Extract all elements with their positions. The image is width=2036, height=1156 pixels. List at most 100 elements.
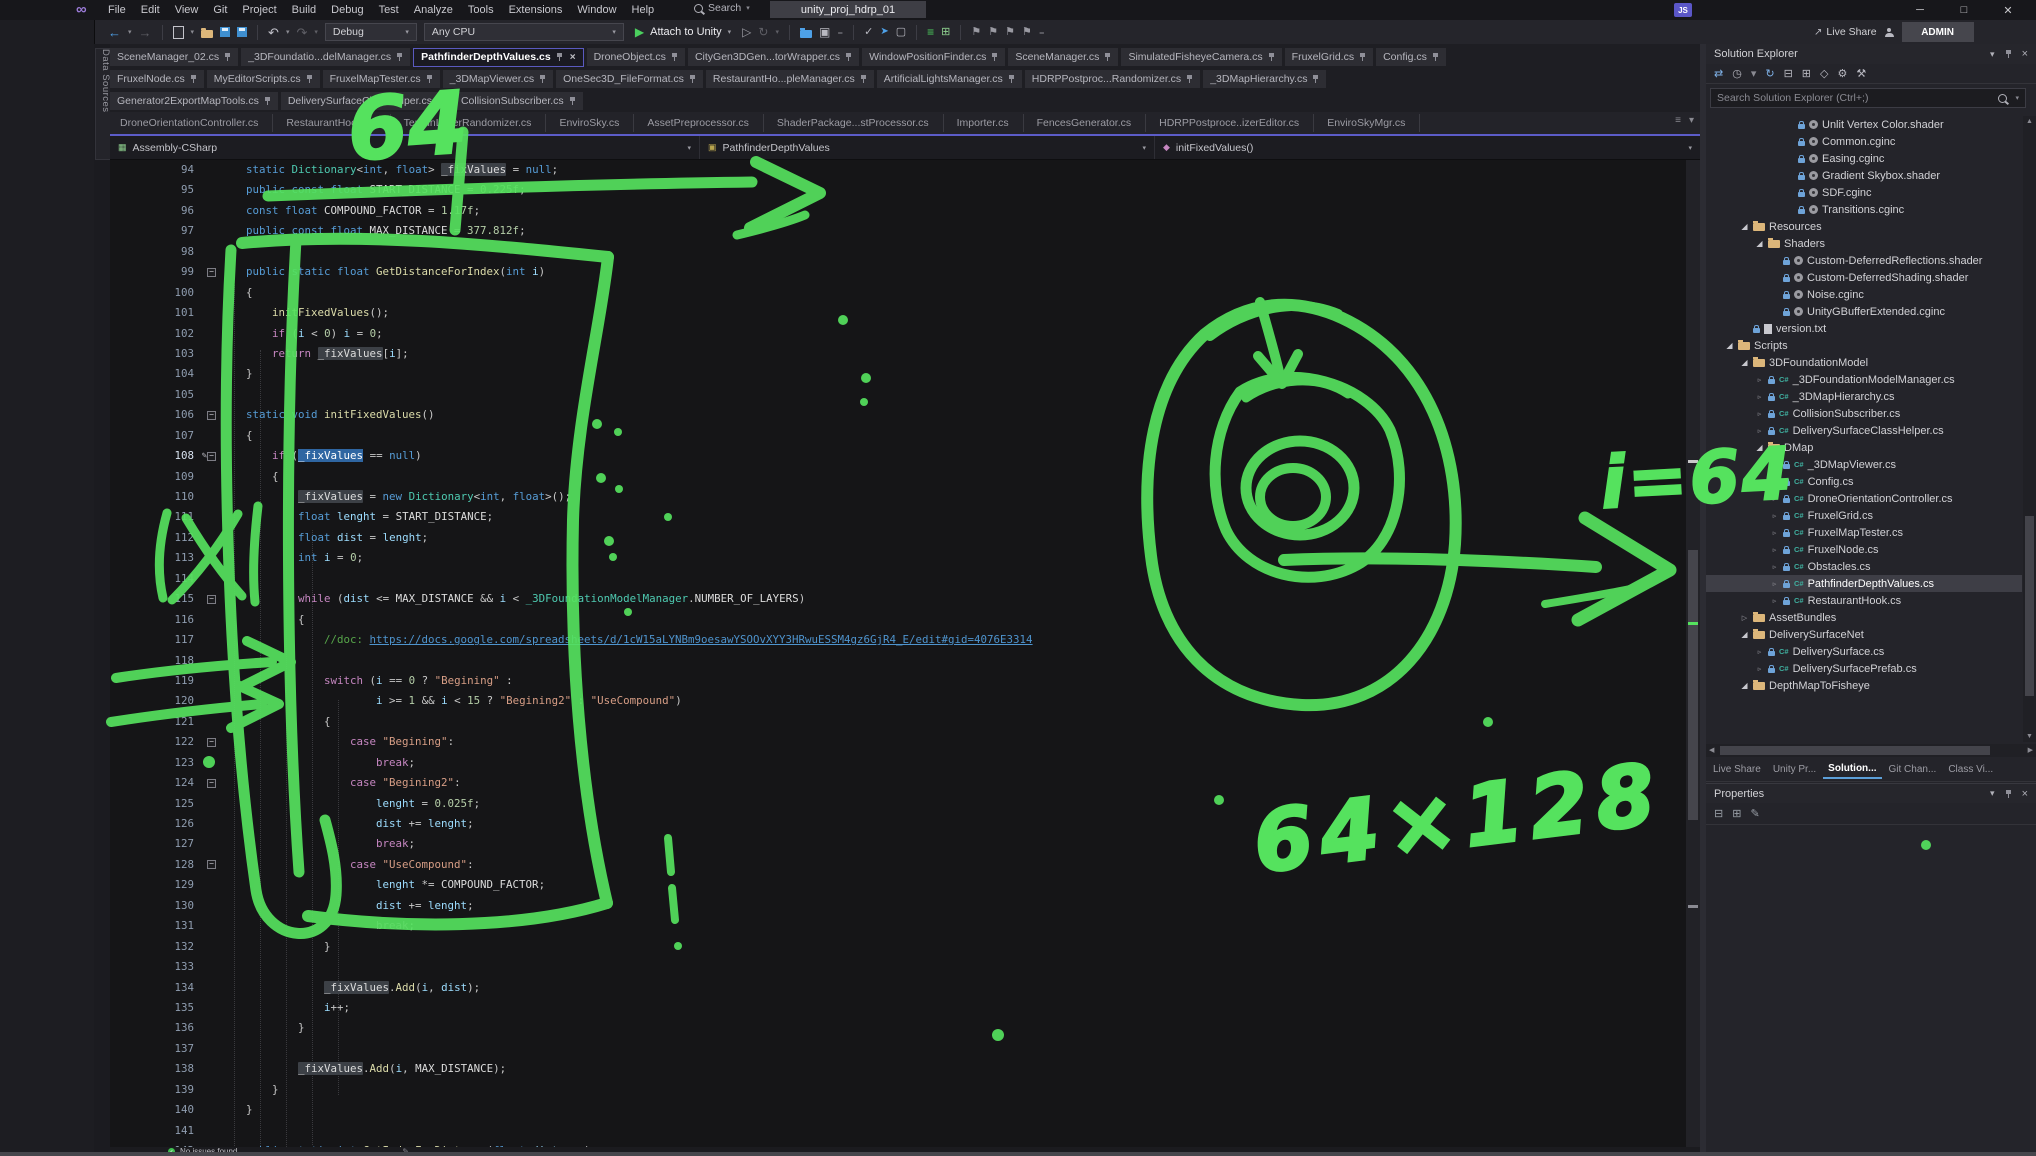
type-dropdown[interactable]: ▣ PathfinderDepthValues ▾ — [700, 136, 1155, 159]
menu-item-analyze[interactable]: Analyze — [414, 4, 453, 16]
pin-icon[interactable] — [556, 52, 563, 62]
menu-item-test[interactable]: Test — [379, 4, 399, 16]
editor-tab[interactable]: CollisionSubscriber.cs — [454, 92, 583, 110]
fold-margin[interactable]: − — [206, 732, 220, 752]
scroll-down-icon[interactable]: ▼ — [2025, 733, 2034, 740]
panel-tab-solution-[interactable]: Solution... — [1823, 760, 1881, 779]
collapse-all-icon[interactable]: ⊟ — [1784, 67, 1793, 80]
menu-item-debug[interactable]: Debug — [331, 4, 363, 16]
code-line[interactable]: 99− public static float GetDistanceForIn… — [110, 262, 1686, 282]
dropdown-icon[interactable]: ▾ — [1751, 67, 1757, 80]
editor-tab[interactable]: RestaurantHo...pleManager.cs — [706, 70, 874, 88]
code-line[interactable]: 97 public const float MAX_DISTANCE = 377… — [110, 221, 1686, 241]
pin-icon[interactable] — [671, 52, 678, 62]
code-line[interactable]: 95 public const float START_DISTANCE = 0… — [110, 180, 1686, 200]
tree-item[interactable]: ▹C#_3DMapViewer.cs — [1706, 456, 2022, 473]
tree-item[interactable]: ▹C#FruxelMapTester.cs — [1706, 524, 2022, 541]
alphabetical-icon[interactable]: ⊞ — [1732, 807, 1741, 820]
editor-tab[interactable]: FruxelGrid.cs — [1285, 48, 1373, 66]
dropdown-icon[interactable]: ▾ — [286, 29, 290, 36]
code-line[interactable]: 111 float lenght = START_DISTANCE; — [110, 507, 1686, 527]
tree-item[interactable]: ▹C#RestaurantHook.cs — [1706, 592, 2022, 609]
collapsed-icon[interactable]: ▹ — [1755, 376, 1764, 384]
code-line[interactable]: 126 dist += lenght; — [110, 814, 1686, 834]
code-line[interactable]: 121 { — [110, 712, 1686, 732]
menu-item-project[interactable]: Project — [242, 4, 276, 16]
editor-tab[interactable]: _3DMapViewer.cs — [443, 70, 553, 88]
sync-with-active-document-icon[interactable]: ⇄ — [1714, 67, 1723, 80]
pin-icon[interactable] — [539, 74, 546, 84]
tree-item[interactable]: ▹C#_3DFoundationModelManager.cs — [1706, 371, 2022, 388]
editor-tab[interactable]: CityGen3DGen...torWrapper.cs — [688, 48, 859, 66]
expanded-icon[interactable]: ◢ — [1755, 443, 1764, 452]
panel-tab-git-chan-[interactable]: Git Chan... — [1884, 761, 1942, 778]
code-line[interactable]: 110 _fixValues = new Dictionary<int, flo… — [110, 487, 1686, 507]
tree-item[interactable]: ◢Resources — [1706, 218, 2022, 235]
tree-item[interactable]: ◢Shaders — [1706, 235, 2022, 252]
save-icon[interactable] — [220, 27, 230, 37]
add-item-icon[interactable] — [800, 30, 812, 38]
editor-scrollbar[interactable] — [1686, 160, 1700, 1147]
tree-item[interactable]: Noise.cginc — [1706, 286, 2022, 303]
tree-item[interactable]: Common.cginc — [1706, 133, 2022, 150]
code-line[interactable]: 98 — [110, 242, 1686, 262]
tree-item[interactable]: ◢DMap — [1706, 439, 2022, 456]
editor-tab[interactable]: ShaderPackage...stProcessor.cs — [767, 114, 944, 132]
chevron-down-icon[interactable]: ▾ — [1689, 115, 1694, 126]
compare-icon[interactable]: ₌ — [837, 27, 843, 38]
code-line[interactable]: 109 { — [110, 467, 1686, 487]
refresh-icon[interactable]: ↻ — [1765, 67, 1774, 80]
tree-item[interactable]: ◢Scripts — [1706, 337, 2022, 354]
editor-tab[interactable]: RestaurantHook.cs — [276, 114, 390, 132]
tree-item[interactable]: ▹C#DeliverySurfaceClassHelper.cs — [1706, 422, 2022, 439]
editor-tab[interactable]: OneSec3D_FileFormat.cs — [556, 70, 703, 88]
fold-margin[interactable]: − — [206, 446, 220, 466]
nav-forward-icon[interactable]: → — [139, 26, 152, 39]
tree-item[interactable]: Unlit Vertex Color.shader — [1706, 116, 2022, 133]
code-line[interactable]: 120 i >= 1 && i < 15 ? "Begining2" : "Us… — [110, 691, 1686, 711]
code-line[interactable]: 94 static Dictionary<int, float> _fixVal… — [110, 160, 1686, 180]
tree-item[interactable]: ▹C#CollisionSubscriber.cs — [1706, 405, 2022, 422]
code-line[interactable]: 112 float dist = lenght; — [110, 528, 1686, 548]
tree-item[interactable]: ▹C#DeliverySurface.cs — [1706, 643, 2022, 660]
editor-tab[interactable]: DroneObject.cs — [587, 48, 685, 66]
code-editor[interactable]: 94 static Dictionary<int, float> _fixVal… — [110, 160, 1686, 1147]
tree-item[interactable]: Custom-DeferredReflections.shader — [1706, 252, 2022, 269]
bookmark-next-icon[interactable]: ⚑ — [1005, 27, 1015, 38]
collapsed-icon[interactable]: ▹ — [1770, 563, 1779, 571]
menu-item-edit[interactable]: Edit — [141, 4, 160, 16]
dropdown-icon[interactable]: ▾ — [314, 29, 318, 36]
pin-icon[interactable] — [264, 96, 271, 106]
spell-check-icon[interactable]: ✓ — [864, 27, 873, 38]
tab-overflow[interactable]: ≡▾ — [1675, 115, 1694, 126]
tree-item[interactable]: UnityGBufferExtended.cginc — [1706, 303, 2022, 320]
expanded-icon[interactable]: ◢ — [1740, 681, 1749, 690]
code-line[interactable]: 96 const float COMPOUND_FACTOR = 1.17f; — [110, 201, 1686, 221]
panel-tab-live-share[interactable]: Live Share — [1708, 761, 1766, 778]
save-all-icon[interactable] — [237, 27, 247, 37]
close-icon[interactable]: × — [2022, 788, 2028, 800]
chevron-down-icon[interactable]: ▾ — [1990, 788, 1995, 799]
menu-item-help[interactable]: Help — [632, 4, 655, 16]
undo-icon[interactable]: ↶ — [268, 26, 279, 39]
tree-item[interactable]: ◢DeliverySurfaceNet — [1706, 626, 2022, 643]
editor-tab[interactable]: DeliverySurfaceClassHelper.cs — [281, 92, 451, 110]
project-dropdown[interactable]: ▦ Assembly-CSharp ▾ — [110, 136, 700, 159]
editor-tab[interactable]: ArtificialLightsManager.cs — [877, 70, 1022, 88]
editor-tab[interactable]: EnviroSky.cs — [549, 114, 634, 132]
editor-tab[interactable]: AssetPreprocessor.cs — [637, 114, 764, 132]
close-icon[interactable]: × — [2022, 48, 2028, 60]
tree-item[interactable]: ▹C#_3DMapHierarchy.cs — [1706, 388, 2022, 405]
pending-changes-filter-icon[interactable]: ◷ — [1732, 67, 1742, 80]
tree-item[interactable]: version.txt — [1706, 320, 2022, 337]
fold-margin[interactable]: − — [206, 773, 220, 793]
dropdown-icon[interactable]: ▾ — [775, 29, 779, 36]
bookmark-prev-icon[interactable]: ⚑ — [988, 27, 998, 38]
code-line[interactable]: 137 — [110, 1039, 1686, 1059]
dropdown-icon[interactable]: ▾ — [128, 29, 132, 36]
menu-item-tools[interactable]: Tools — [468, 4, 494, 16]
member-dropdown[interactable]: ◆ initFixedValues() ▾ — [1155, 136, 1700, 159]
collapse-icon[interactable]: − — [207, 268, 216, 277]
tree-item[interactable]: ▹C#FruxelGrid.cs — [1706, 507, 2022, 524]
collapse-icon[interactable]: − — [207, 452, 216, 461]
